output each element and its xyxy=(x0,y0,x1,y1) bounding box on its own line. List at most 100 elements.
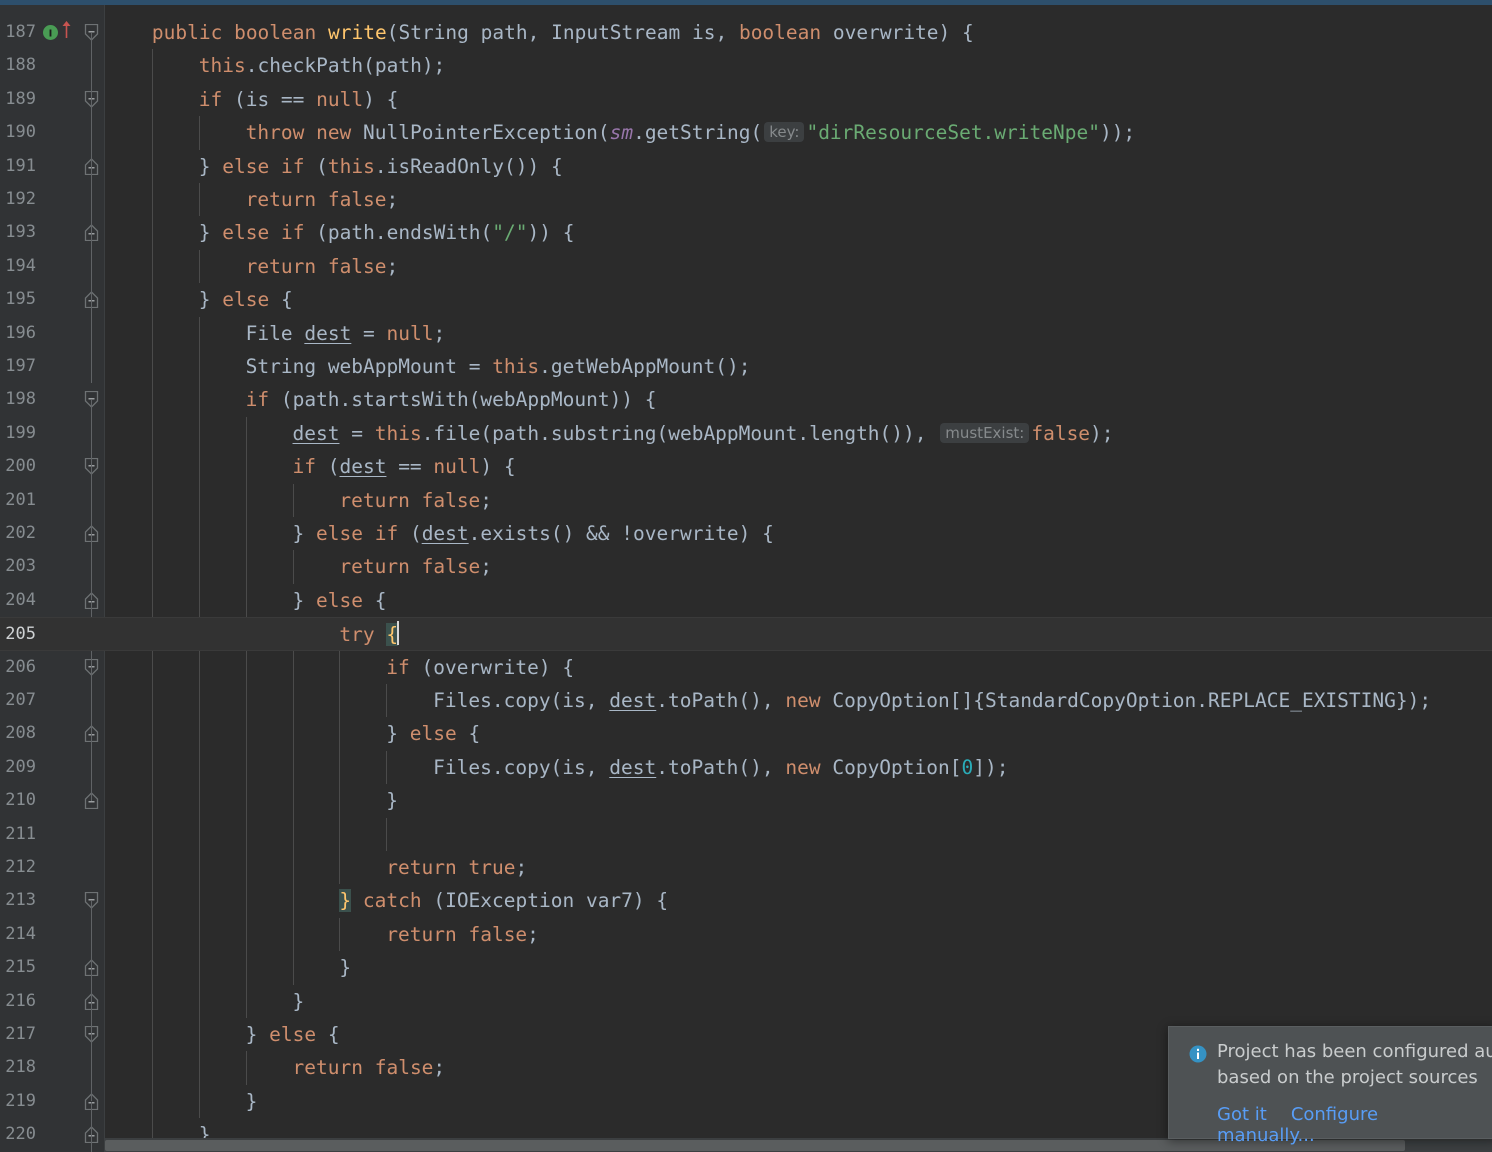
line-number[interactable]: 188 xyxy=(0,49,36,82)
line-number[interactable]: 202 xyxy=(0,517,36,550)
code-line[interactable]: 196 File dest = null; xyxy=(0,317,1492,350)
code-text[interactable]: this.checkPath(path); xyxy=(105,49,446,82)
code-line[interactable]: 210} xyxy=(0,784,1492,817)
code-line[interactable]: 193 } else if (path.endsWith("/")) { xyxy=(0,216,1492,249)
line-number[interactable]: 193 xyxy=(0,216,36,249)
line-number[interactable]: 217 xyxy=(0,1018,36,1051)
line-number[interactable]: 220 xyxy=(0,1118,36,1151)
code-text[interactable]: } else if (this.isReadOnly()) { xyxy=(105,150,563,183)
code-text[interactable]: try { xyxy=(105,618,400,651)
line-number[interactable]: 194 xyxy=(0,250,36,283)
code-text[interactable]: throw new NullPointerException(sm.getStr… xyxy=(105,116,1136,149)
code-line[interactable]: 188 this.checkPath(path); xyxy=(0,49,1492,82)
line-number[interactable]: 219 xyxy=(0,1085,36,1118)
line-number[interactable]: 195 xyxy=(0,283,36,316)
line-number[interactable]: 214 xyxy=(0,918,36,951)
code-text[interactable]: } xyxy=(105,985,305,1018)
code-line[interactable]: 192 return false; xyxy=(0,183,1492,216)
code-line[interactable]: 215} xyxy=(0,951,1492,984)
line-number[interactable]: 204 xyxy=(0,584,36,617)
code-text[interactable]: } else if (dest.exists() && !overwrite) … xyxy=(105,517,774,550)
notification-balloon[interactable]: Project has been configured aut based on… xyxy=(1168,1026,1492,1146)
code-line[interactable]: 190 throw new NullPointerException(sm.get… xyxy=(0,116,1492,149)
code-text[interactable]: } xyxy=(105,951,351,984)
code-text[interactable]: } else { xyxy=(105,717,480,750)
code-text[interactable]: if (is == null) { xyxy=(105,83,399,116)
line-number[interactable]: 198 xyxy=(0,383,36,416)
code-text[interactable]: } else { xyxy=(105,283,293,316)
line-number[interactable]: 189 xyxy=(0,83,36,116)
code-line[interactable]: 207 Files.copy(is, dest.toPath(), new Cop… xyxy=(0,684,1492,717)
code-text[interactable]: File dest = null; xyxy=(105,317,446,350)
line-number[interactable]: 206 xyxy=(0,651,36,684)
code-text[interactable]: } else { xyxy=(105,1018,340,1051)
line-number[interactable]: 205 xyxy=(0,618,36,651)
code-line[interactable]: 200 if (dest == null) { xyxy=(0,450,1492,483)
code-text[interactable]: return false; xyxy=(105,250,399,283)
line-number[interactable]: 192 xyxy=(0,183,36,216)
line-number[interactable]: 191 xyxy=(0,150,36,183)
code-line[interactable]: 209 Files.copy(is, dest.toPath(), new Cop… xyxy=(0,751,1492,784)
code-text[interactable]: if (overwrite) { xyxy=(105,651,574,684)
code-line[interactable]: 195 } else { xyxy=(0,283,1492,316)
code-line[interactable]: 213 } catch (IOException var7) { xyxy=(0,884,1492,917)
code-line[interactable]: 189 if (is == null) { xyxy=(0,83,1492,116)
line-number[interactable]: 197 xyxy=(0,350,36,383)
line-number[interactable]: 213 xyxy=(0,884,36,917)
line-number[interactable]: 196 xyxy=(0,317,36,350)
code-text[interactable]: return false; xyxy=(105,183,399,216)
line-number[interactable]: 187 xyxy=(0,16,36,49)
line-number[interactable]: 207 xyxy=(0,684,36,717)
code-line[interactable]: 205 try { xyxy=(0,617,1492,651)
code-text[interactable]: return false; xyxy=(105,484,492,517)
code-text[interactable]: } else if (path.endsWith("/")) { xyxy=(105,216,575,249)
line-number[interactable]: 212 xyxy=(0,851,36,884)
code-editor[interactable]: I 186187public boolean write(String path… xyxy=(0,5,1492,1152)
code-line[interactable]: 187 public boolean write(String path, Inp… xyxy=(0,16,1492,49)
notification-action-got-it[interactable]: Got it xyxy=(1217,1104,1267,1125)
code-line[interactable]: 203 return false; xyxy=(0,550,1492,583)
horizontal-scrollbar-thumb[interactable] xyxy=(105,1140,1405,1151)
code-line[interactable]: 197 String webAppMount = this.getWebAppMo… xyxy=(0,350,1492,383)
code-line[interactable]: 191 } else if (this.isReadOnly()) { xyxy=(0,150,1492,183)
code-text[interactable]: } catch (IOException var7) { xyxy=(105,884,668,917)
code-line[interactable]: 212 return true; xyxy=(0,851,1492,884)
code-text[interactable]: if (dest == null) { xyxy=(105,450,516,483)
code-text[interactable]: if (path.startsWith(webAppMount)) { xyxy=(105,383,657,416)
code-line[interactable]: 211 xyxy=(0,818,1492,851)
code-line[interactable]: 216} xyxy=(0,985,1492,1018)
code-text[interactable]: } else { xyxy=(105,584,387,617)
code-text[interactable]: } xyxy=(105,784,398,817)
code-line[interactable]: 198 if (path.startsWith(webAppMount)) { xyxy=(0,383,1492,416)
code-line[interactable]: 201 return false; xyxy=(0,484,1492,517)
line-number[interactable]: 216 xyxy=(0,985,36,1018)
line-number[interactable]: 211 xyxy=(0,818,36,851)
line-number[interactable]: 209 xyxy=(0,751,36,784)
code-text[interactable]: return false; xyxy=(105,1051,446,1084)
line-number[interactable]: 203 xyxy=(0,550,36,583)
line-number[interactable]: 200 xyxy=(0,450,36,483)
code-line[interactable]: 202 } else if (dest.exists() && !overwrit… xyxy=(0,517,1492,550)
code-line[interactable]: 204 } else { xyxy=(0,584,1492,617)
code-line[interactable]: 214 return false; xyxy=(0,918,1492,951)
line-number[interactable]: 215 xyxy=(0,951,36,984)
code-text[interactable]: } xyxy=(105,1085,258,1118)
code-text[interactable]: Files.copy(is, dest.toPath(), new CopyOp… xyxy=(105,751,1008,784)
line-number[interactable]: 218 xyxy=(0,1051,36,1084)
code-line[interactable]: 208 } else { xyxy=(0,717,1492,750)
code-text[interactable]: String webAppMount = this.getWebAppMount… xyxy=(105,350,751,383)
code-text[interactable]: Files.copy(is, dest.toPath(), new CopyOp… xyxy=(105,684,1431,717)
code-text[interactable]: return true; xyxy=(105,851,527,884)
code-text[interactable]: public boolean write(String path, InputS… xyxy=(105,16,974,49)
line-number[interactable]: 199 xyxy=(0,417,36,450)
parameter-hint[interactable]: mustExist: xyxy=(940,422,1030,443)
code-line[interactable]: 199 dest = this.file(path.substring(webAp… xyxy=(0,417,1492,450)
code-line[interactable]: 206 if (overwrite) { xyxy=(0,651,1492,684)
line-number[interactable]: 208 xyxy=(0,717,36,750)
code-text[interactable]: return false; xyxy=(105,918,539,951)
line-number[interactable]: 210 xyxy=(0,784,36,817)
parameter-hint[interactable]: key: xyxy=(764,122,805,143)
code-text[interactable]: return false; xyxy=(105,550,492,583)
line-number[interactable]: 190 xyxy=(0,116,36,149)
line-number[interactable]: 201 xyxy=(0,484,36,517)
